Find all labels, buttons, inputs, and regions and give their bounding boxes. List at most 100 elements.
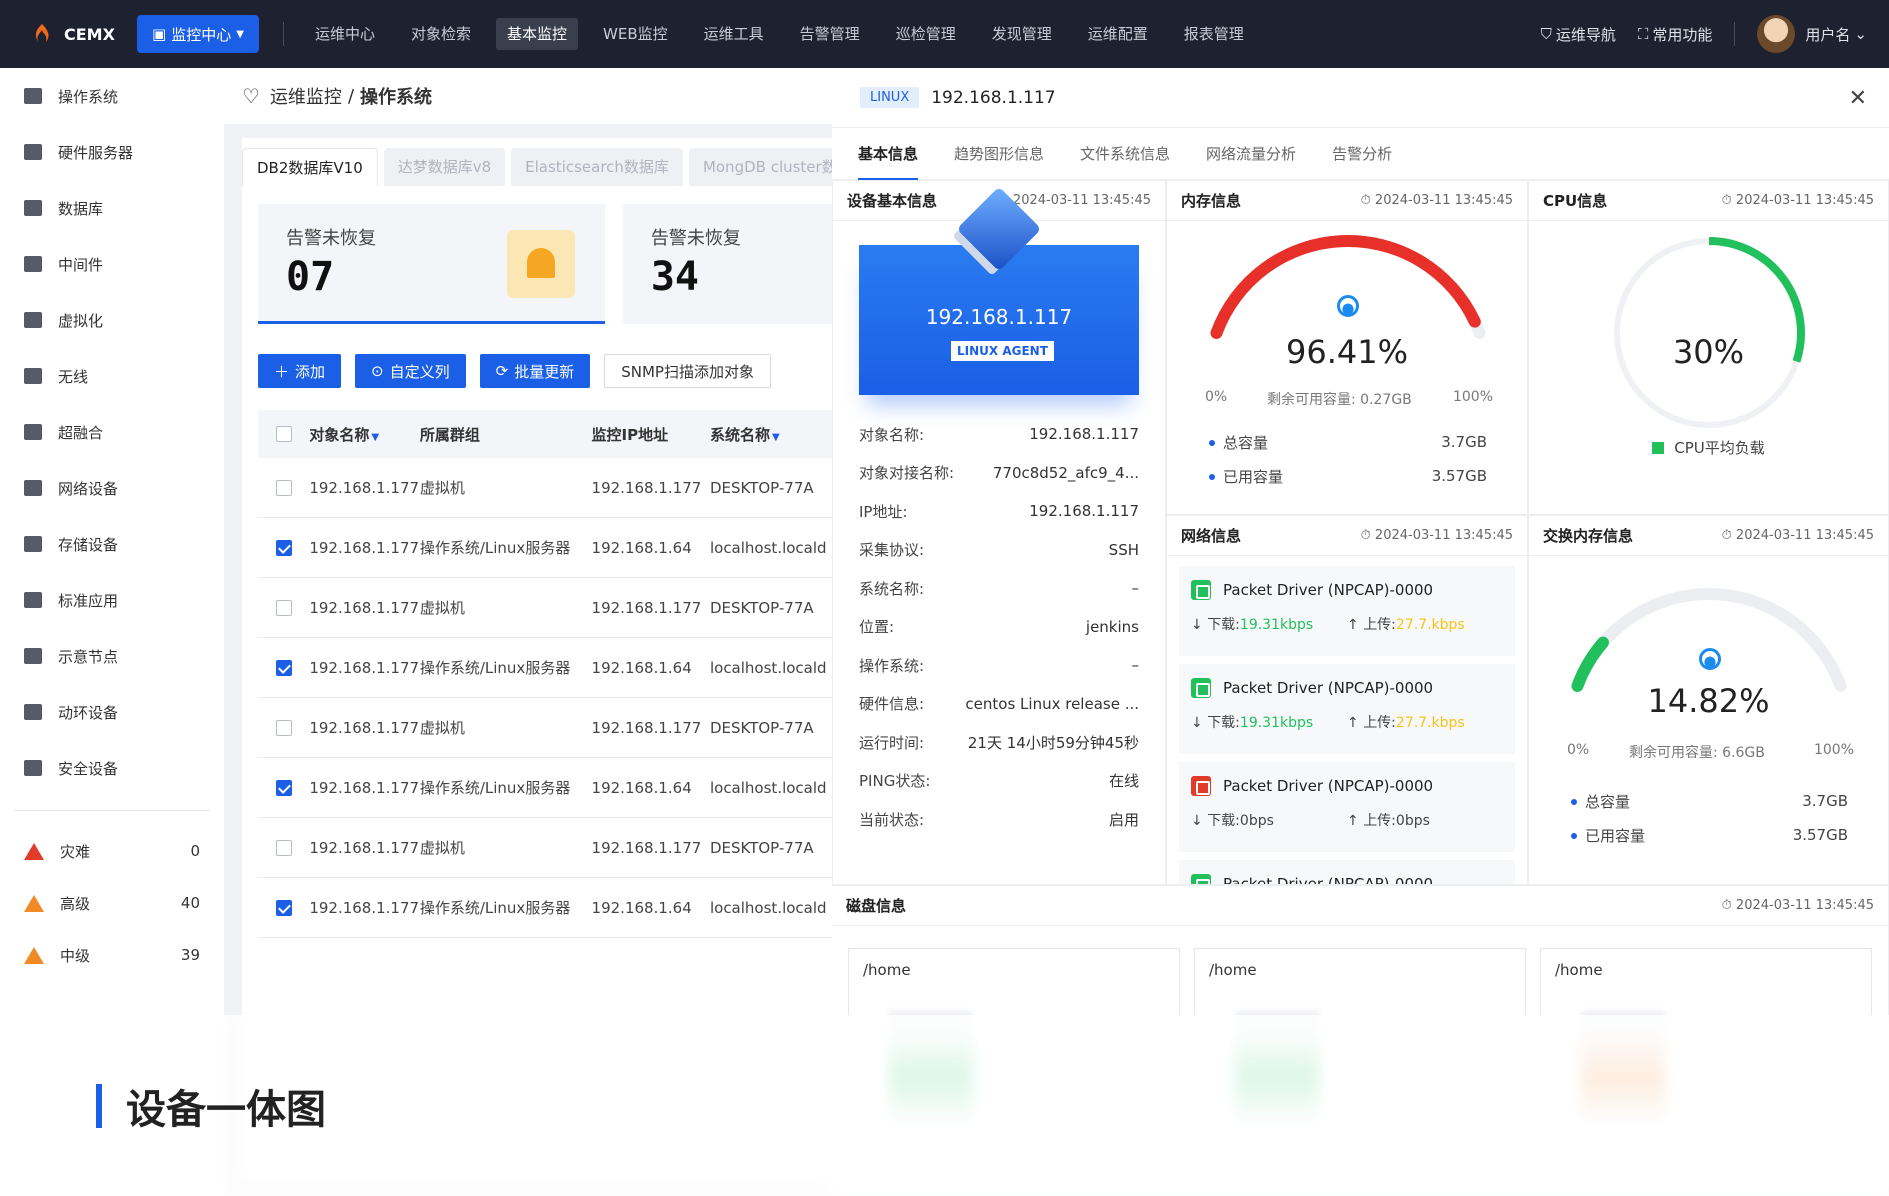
close-icon[interactable]: ✕ <box>1849 86 1867 111</box>
tab-database[interactable]: MongDB cluster数据库 <box>688 148 832 186</box>
alarm-card-1[interactable]: 告警未恢复 07 <box>258 204 605 324</box>
nav-item[interactable]: 运维中心 <box>304 18 386 50</box>
table-header-cell[interactable]: 对象名称 ▼ <box>309 424 420 445</box>
download-value: 0bps <box>1239 813 1274 829</box>
device-attributes: 对象名称: 192.168.1.117 对象对接名称: 770c8d52_afc9_4… <box>833 415 1165 839</box>
sort-icon[interactable]: ▼ <box>371 432 379 443</box>
row-checkbox[interactable] <box>275 899 292 916</box>
network-interface-item[interactable]: Packet Driver (NPCAP)-0000 <box>1179 860 1515 884</box>
memory-gauge: 96.41% 0% 剩余可用容量: 0.27GB 100% <box>1167 221 1527 411</box>
nav-item[interactable]: 巡检管理 <box>885 18 967 50</box>
alarm-level-item[interactable]: 中级 39 <box>0 929 224 981</box>
sidebar-item[interactable]: 数据库 <box>0 180 224 236</box>
sidebar-item[interactable]: 标准应用 <box>0 572 224 628</box>
table-cell-group: 操作系统/Linux服务器 <box>419 779 571 797</box>
row-checkbox[interactable] <box>275 479 292 496</box>
checkbox-cell <box>258 899 309 916</box>
sidebar-item[interactable]: 无线 <box>0 348 224 404</box>
sidebar-item[interactable]: 操作系统 <box>0 68 224 124</box>
device-info-timestamp: 2024-03-11 13:45:45 <box>1012 193 1151 208</box>
alarm-card-2[interactable]: 告警未恢复 34 <box>622 204 832 324</box>
swap-max: 100% <box>1813 742 1854 758</box>
heart-icon[interactable]: ♡ <box>242 84 260 108</box>
select-all-checkbox[interactable] <box>275 426 292 442</box>
sidebar-item[interactable]: 中间件 <box>0 236 224 292</box>
sidebar-item[interactable]: 虚拟化 <box>0 292 224 348</box>
row-checkbox[interactable] <box>275 779 292 796</box>
sidebar-item[interactable]: 硬件服务器 <box>0 124 224 180</box>
row-checkbox[interactable] <box>275 719 292 736</box>
sidebar-item-label: 硬件服务器 <box>58 143 134 162</box>
table-row[interactable]: 192.168.1.177 虚拟机 192.168.1.177 DESKTOP-77A <box>258 698 832 758</box>
table-row[interactable]: 192.168.1.177 虚拟机 192.168.1.177 DESKTOP-77A <box>258 578 832 638</box>
panel-tab[interactable]: 基本信息 <box>858 128 919 180</box>
user-menu[interactable]: 用户名 ⌄ <box>1805 24 1867 45</box>
table-row[interactable]: 192.168.1.177 操作系统/Linux服务器 192.168.1.64 lo… <box>258 758 832 818</box>
table-cell-name: 192.168.1.177 <box>309 778 420 797</box>
sidebar-item[interactable]: 存储设备 <box>0 516 224 572</box>
table-cell-sys: localhost.locald <box>709 778 827 797</box>
avatar[interactable] <box>1757 15 1796 53</box>
swap-used-value: 3.57GB <box>1792 826 1848 844</box>
monitor-center-button[interactable]: ▣ 监控中心 ▼ <box>137 15 259 53</box>
alarm-level-item[interactable]: 灾难 0 <box>0 825 224 877</box>
row-checkbox[interactable] <box>275 599 292 616</box>
alarm-level-item[interactable]: 高级 40 <box>0 877 224 929</box>
network-title: 网络信息 <box>1181 527 1242 545</box>
table-row[interactable]: 192.168.1.177 虚拟机 192.168.1.177 DESKTOP-77A <box>258 818 832 878</box>
sidebar-item[interactable]: 安全设备 <box>0 740 224 796</box>
swap-gauge: 14.82% 0% 剩余可用容量: 6.6GB 100% <box>1529 574 1888 784</box>
sidebar-item[interactable]: 动环设备 <box>0 684 224 740</box>
custom-columns-button[interactable]: ⊙ 自定义列 <box>355 354 466 388</box>
attribute-value: – <box>1131 579 1140 598</box>
nav-item[interactable]: 运维工具 <box>693 18 775 50</box>
sidebar-item[interactable]: 示意节点 <box>0 628 224 684</box>
ops-nav-link[interactable]: ⛉ 运维导航 <box>1541 24 1616 45</box>
memory-value: 96.41% <box>1285 333 1408 371</box>
network-interface-item[interactable]: Packet Driver (NPCAP)-0000 ↓ 下载:0bps ↑ 上传:… <box>1179 762 1515 852</box>
nav-item[interactable]: 报表管理 <box>1173 18 1255 50</box>
row-checkbox[interactable] <box>275 839 292 856</box>
table-row[interactable]: 192.168.1.177 虚拟机 192.168.1.177 DESKTOP-77A <box>258 458 832 518</box>
panel-tab[interactable]: 趋势图形信息 <box>954 128 1044 180</box>
common-functions-link[interactable]: ⛶ 常用功能 <box>1638 24 1713 45</box>
panel-header: LINUX 192.168.1.117 ✕ <box>832 68 1889 128</box>
tab-database[interactable]: 达梦数据库v8 <box>383 148 506 186</box>
nav-item[interactable]: 发现管理 <box>981 18 1063 50</box>
batch-update-button[interactable]: ⟳ 批量更新 <box>479 354 591 388</box>
sidebar-item[interactable]: 网络设备 <box>0 460 224 516</box>
nav-item[interactable]: 告警管理 <box>789 18 871 50</box>
row-checkbox[interactable] <box>275 659 292 676</box>
network-interface-item[interactable]: Packet Driver (NPCAP)-0000 ↓ 下载:19.31kbps… <box>1179 664 1515 754</box>
tab-database[interactable]: Elasticsearch数据库 <box>511 148 683 186</box>
nav-item[interactable]: 运维配置 <box>1077 18 1159 50</box>
table-row[interactable]: 192.168.1.177 操作系统/Linux服务器 192.168.1.64 lo… <box>258 878 832 938</box>
sort-icon[interactable]: ▼ <box>772 432 780 443</box>
sidebar-item[interactable]: 超融合 <box>0 404 224 460</box>
brand-logo[interactable]: CEMX <box>30 22 135 46</box>
network-interface-item[interactable]: Packet Driver (NPCAP)-0000 ↓ 下载:19.31kbps… <box>1179 566 1515 656</box>
snmp-scan-button[interactable]: SNMP扫描添加对象 <box>604 354 771 388</box>
panel-tab[interactable]: 文件系统信息 <box>1080 128 1170 180</box>
caption-text: 设备一体图 <box>126 1087 326 1133</box>
table-header-cell[interactable]: 所属群组 <box>420 424 592 445</box>
sidebar-divider <box>14 810 210 811</box>
memory-min: 0% <box>1205 389 1228 405</box>
row-checkbox[interactable] <box>275 539 292 556</box>
chart-icon <box>24 312 42 328</box>
add-button[interactable]: ＋ 添加 <box>258 354 342 388</box>
caption-accent-bar <box>96 1084 102 1128</box>
table-row[interactable]: 192.168.1.177 操作系统/Linux服务器 192.168.1.64 lo… <box>258 518 832 578</box>
table-header-cell[interactable]: 监控IP地址 <box>592 424 710 445</box>
panel-tab[interactable]: 网络流量分析 <box>1206 128 1296 180</box>
breadcrumb-root[interactable]: 运维监控 <box>270 83 342 109</box>
nav-item[interactable]: WEB监控 <box>592 18 679 50</box>
checkbox-cell <box>258 839 309 856</box>
nav-item[interactable]: 对象检索 <box>400 18 482 50</box>
table-header-cell[interactable]: 系统名称 ▼ <box>710 424 832 445</box>
table-row[interactable]: 192.168.1.177 操作系统/Linux服务器 192.168.1.64 lo… <box>258 638 832 698</box>
alarm-level-label: 中级 <box>60 946 91 965</box>
panel-tab[interactable]: 告警分析 <box>1332 128 1392 180</box>
tab-database[interactable]: DB2数据库V10 <box>242 148 378 186</box>
nav-item[interactable]: 基本监控 <box>496 18 579 50</box>
